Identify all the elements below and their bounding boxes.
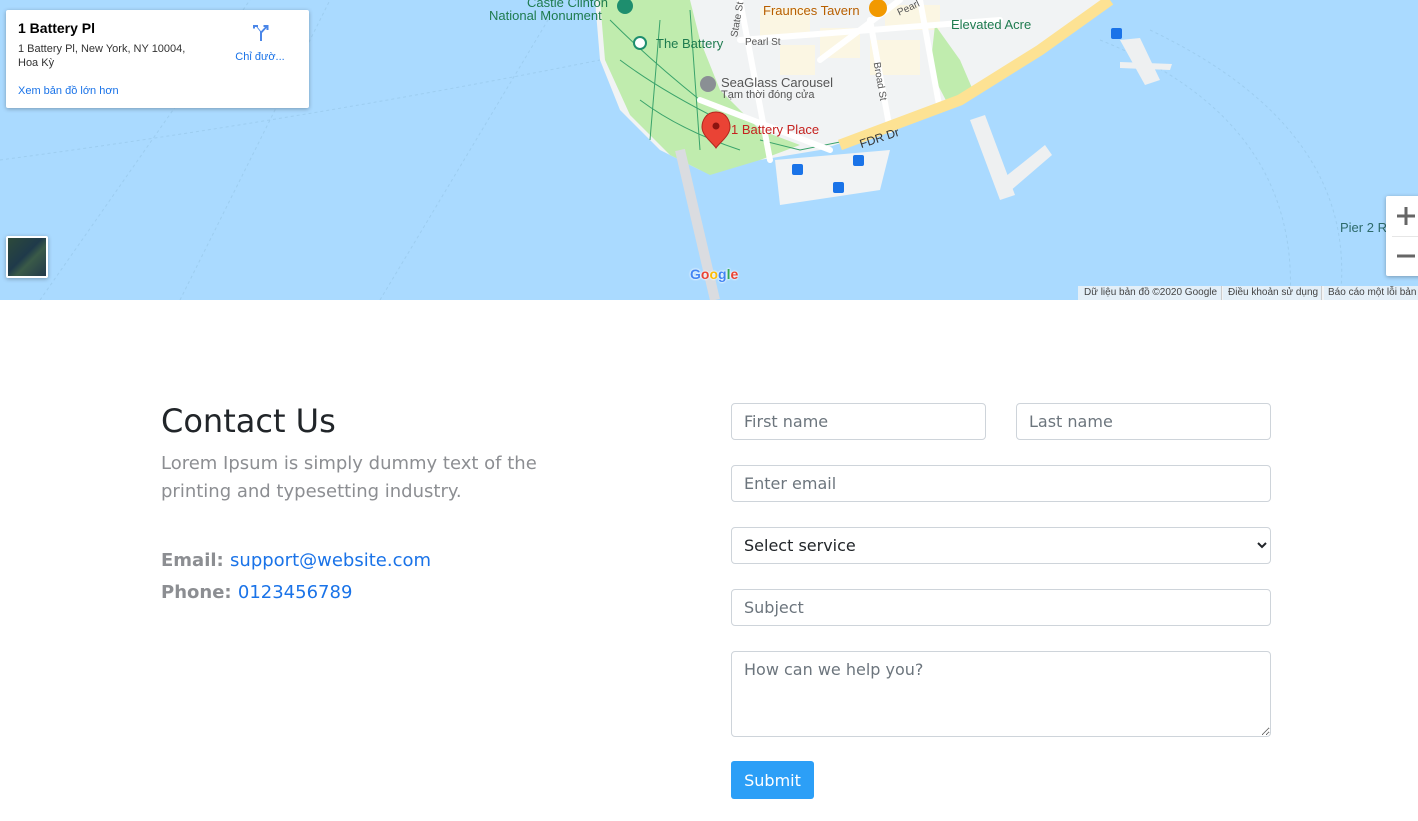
- place-name: 1 Battery Pl: [18, 20, 96, 36]
- minus-icon: [1397, 254, 1415, 258]
- google-logo-letter: G: [690, 266, 701, 282]
- place-info-card: 1 Battery Pl 1 Battery Pl, New York, NY …: [6, 10, 309, 108]
- contact-title: Contact Us: [161, 402, 336, 440]
- subject-input[interactable]: [731, 589, 1271, 626]
- contact-description: Lorem Ipsum is simply dummy text of the …: [161, 453, 537, 502]
- message-textarea[interactable]: [731, 651, 1271, 737]
- plus-icon: [1397, 207, 1415, 225]
- contact-email: Email: support@website.com: [161, 550, 431, 571]
- contact-phone: Phone: 0123456789: [161, 582, 352, 603]
- service-select[interactable]: Select service: [731, 527, 1271, 564]
- map-label-pier-2: Pier 2 R: [1340, 220, 1387, 235]
- terms-of-use-link[interactable]: Điều khoản sử dụng: [1221, 286, 1325, 300]
- map-label-fraunces-tavern: Fraunces Tavern: [763, 3, 860, 18]
- map-label-seaglass-carousel: SeaGlass Carousel: [721, 75, 833, 90]
- satellite-toggle-button[interactable]: [6, 236, 48, 278]
- phone-label: Phone:: [161, 582, 232, 603]
- google-logo-letter: o: [709, 266, 719, 282]
- zoom-control: [1386, 196, 1418, 276]
- place-address: 1 Battery Pl, New York, NY 10004, Hoa Kỳ: [18, 43, 186, 69]
- email-link[interactable]: support@website.com: [230, 550, 431, 571]
- directions-label: Chỉ đườ...: [235, 51, 285, 63]
- first-name-input[interactable]: [731, 403, 986, 440]
- google-logo: Google: [690, 266, 738, 282]
- submit-button[interactable]: Submit: [731, 761, 814, 799]
- map-label-pearl-st: Pearl St: [745, 37, 781, 48]
- map-data-attribution: Dữ liệu bản đồ ©2020 Google: [1078, 286, 1224, 300]
- embedded-map[interactable]: Castle Clinton National Monument Fraunce…: [0, 0, 1418, 300]
- map-label-the-battery: The Battery: [656, 36, 724, 51]
- zoom-in-button[interactable]: [1386, 196, 1418, 236]
- zoom-out-button[interactable]: [1386, 236, 1418, 276]
- google-logo-letter: e: [730, 266, 739, 282]
- directions-icon: [253, 25, 269, 41]
- map-label-elevated-acre: Elevated Acre: [951, 17, 1032, 32]
- view-larger-map-link[interactable]: Xem bản đồ lớn hơn: [18, 85, 119, 97]
- directions-button[interactable]: Chỉ đườ...: [228, 22, 292, 63]
- map-label-1-battery-place: 1 Battery Place: [731, 122, 820, 137]
- phone-link[interactable]: 0123456789: [238, 582, 353, 603]
- google-logo-letter: g: [718, 266, 727, 282]
- email-label: Email:: [161, 550, 224, 571]
- last-name-input[interactable]: [1016, 403, 1271, 440]
- report-error-link[interactable]: Báo cáo một lỗi bản: [1321, 286, 1418, 300]
- email-input[interactable]: [731, 465, 1271, 502]
- map-label-national-monument: National Monument: [489, 8, 602, 23]
- map-label-seaglass-status: Tạm thời đóng cửa: [721, 89, 815, 101]
